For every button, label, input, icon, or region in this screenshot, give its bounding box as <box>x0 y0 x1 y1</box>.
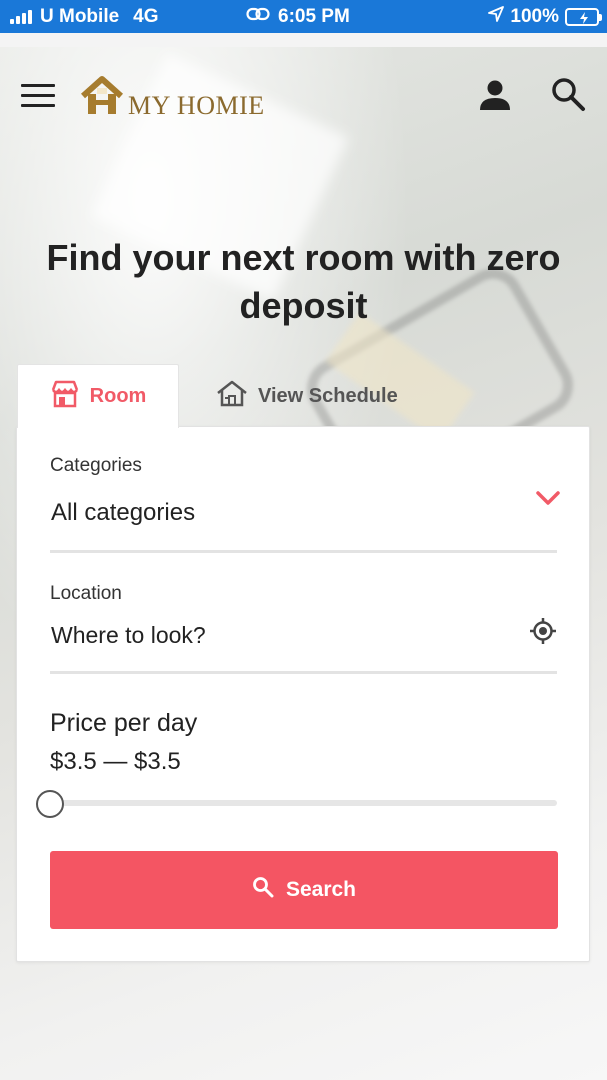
house-icon <box>216 379 248 413</box>
price-range: $3.5 — $3.5 <box>50 748 181 775</box>
categories-label: Categories <box>50 455 142 476</box>
categories-select[interactable]: All categories <box>51 499 195 527</box>
search-button-label: Search <box>285 878 357 901</box>
user-icon[interactable] <box>478 78 512 112</box>
menu-icon[interactable] <box>21 84 55 108</box>
battery-percent: 100% <box>510 6 559 27</box>
link-icon <box>246 6 270 28</box>
status-bar: U Mobile 4G 6:05 PM 100% <box>0 0 607 33</box>
logo-text: MY HOMIE <box>128 91 265 120</box>
network-type: 4G <box>133 6 159 27</box>
logo-house-icon <box>80 76 124 121</box>
clock: 6:05 PM <box>278 6 350 27</box>
tab-room[interactable]: Room <box>17 364 179 428</box>
signal-icon <box>10 10 32 24</box>
price-label: Price per day <box>50 709 198 737</box>
logo[interactable]: MY HOMIE <box>80 76 265 121</box>
location-arrow-icon <box>488 6 505 28</box>
search-icon[interactable] <box>550 76 586 112</box>
status-center: 6:05 PM <box>246 6 350 28</box>
status-left: U Mobile 4G <box>10 6 159 28</box>
categories-divider <box>50 550 557 553</box>
search-card: Categories All categories Location Where… <box>16 426 590 962</box>
chevron-down-icon[interactable] <box>535 489 561 507</box>
carrier-name: U Mobile <box>40 6 120 27</box>
location-input[interactable]: Where to look? <box>51 622 206 649</box>
search-button-icon <box>252 876 274 904</box>
tab-room-label: Room <box>89 385 147 407</box>
battery-icon <box>565 8 602 26</box>
tab-view-schedule-label: View Schedule <box>258 384 398 407</box>
gps-locate-icon[interactable] <box>529 617 557 645</box>
price-slider-track[interactable] <box>50 800 557 806</box>
page-title: Find your next room with zero deposit <box>46 237 561 326</box>
status-right: 100% <box>488 6 602 28</box>
location-label: Location <box>50 583 122 604</box>
search-button[interactable]: Search <box>50 851 558 929</box>
price-slider-handle[interactable] <box>36 790 64 818</box>
location-divider <box>50 671 557 674</box>
tab-view-schedule[interactable]: View Schedule <box>216 364 398 428</box>
store-icon <box>50 380 80 414</box>
